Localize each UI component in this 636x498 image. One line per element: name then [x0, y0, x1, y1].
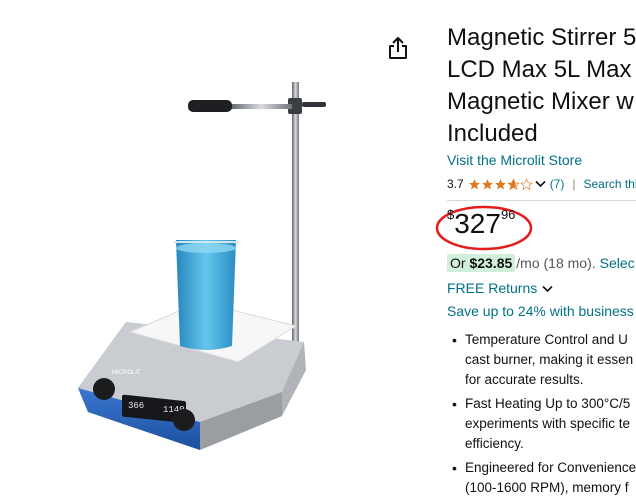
rating-row: 3.7 (7) | Search this: [447, 175, 636, 193]
bullet-line: (100-1600 RPM), memory f: [465, 480, 629, 495]
business-savings-link[interactable]: Save up to 24% with business: [447, 303, 634, 319]
share-button[interactable]: [386, 36, 410, 62]
price-fraction: 96: [500, 207, 516, 222]
divider: [447, 200, 636, 201]
device-left-value: 366: [128, 401, 144, 411]
share-icon: [389, 37, 407, 59]
bullet-line: Temperature Control and U: [465, 332, 628, 347]
monthly-prefix: Or: [450, 255, 466, 271]
select-payment-link[interactable]: Selec: [600, 255, 635, 271]
magnetic-stirrer-illustration: 366 1140 MICROLIT: [78, 82, 326, 450]
half-star-icon: [506, 177, 520, 190]
monthly-term: /mo (18 mo).: [516, 255, 596, 271]
chevron-down-icon[interactable]: [535, 177, 546, 191]
title-line: Included: [447, 120, 538, 147]
bullet-line: for accurate results.: [465, 372, 584, 387]
monthly-payment-badge: Or $23.85: [447, 254, 516, 272]
feature-bullet: Temperature Control and U cast burner, m…: [447, 330, 636, 390]
price: $32796: [447, 207, 516, 244]
free-returns-link[interactable]: FREE Returns: [447, 280, 553, 296]
bullet-line: Engineered for Convenience: [465, 460, 636, 475]
price-symbol: $: [447, 207, 455, 222]
chevron-down-icon: [542, 280, 553, 296]
feature-bullets: Temperature Control and U cast burner, m…: [447, 330, 636, 498]
rating-count-link[interactable]: (7): [550, 177, 565, 191]
title-line: Magnetic Mixer w: [447, 88, 634, 115]
star-rating[interactable]: [468, 177, 533, 191]
monthly-amount: $23.85: [469, 255, 513, 271]
feature-bullet: Engineered for Convenience (100-1600 RPM…: [447, 458, 636, 498]
product-image[interactable]: 366 1140 MICROLIT: [60, 70, 360, 460]
bullet-line: efficiency.: [465, 436, 524, 451]
star-icon: [481, 178, 493, 189]
star-icon: [468, 178, 480, 189]
monthly-payment-row: Or $23.85 /mo (18 mo). Selec: [447, 253, 635, 273]
product-details: Magnetic Stirrer 5 LCD Max 5L Max T Magn…: [447, 0, 636, 498]
bullet-line: cast burner, making it essen: [465, 352, 634, 367]
store-link[interactable]: Visit the Microlit Store: [447, 152, 582, 168]
device-brand: MICROLIT: [112, 370, 141, 376]
rating-value: 3.7: [447, 177, 464, 191]
bullet-line: experiments with specific te: [465, 416, 631, 431]
free-returns-label: FREE Returns: [447, 280, 538, 296]
search-page-link[interactable]: Search this: [583, 177, 636, 191]
star-icon: [494, 178, 506, 189]
feature-bullet: Fast Heating Up to 300°C/5 experiments w…: [447, 394, 636, 454]
title-line: Magnetic Stirrer 5: [447, 24, 636, 51]
price-whole: 327: [454, 208, 501, 239]
title-line: LCD Max 5L Max T: [447, 56, 636, 83]
empty-star-icon: [519, 177, 533, 190]
bullet-line: Fast Heating Up to 300°C/5: [465, 396, 631, 411]
separator: |: [572, 177, 576, 191]
product-title: Magnetic Stirrer 5 LCD Max 5L Max T Magn…: [447, 22, 636, 150]
